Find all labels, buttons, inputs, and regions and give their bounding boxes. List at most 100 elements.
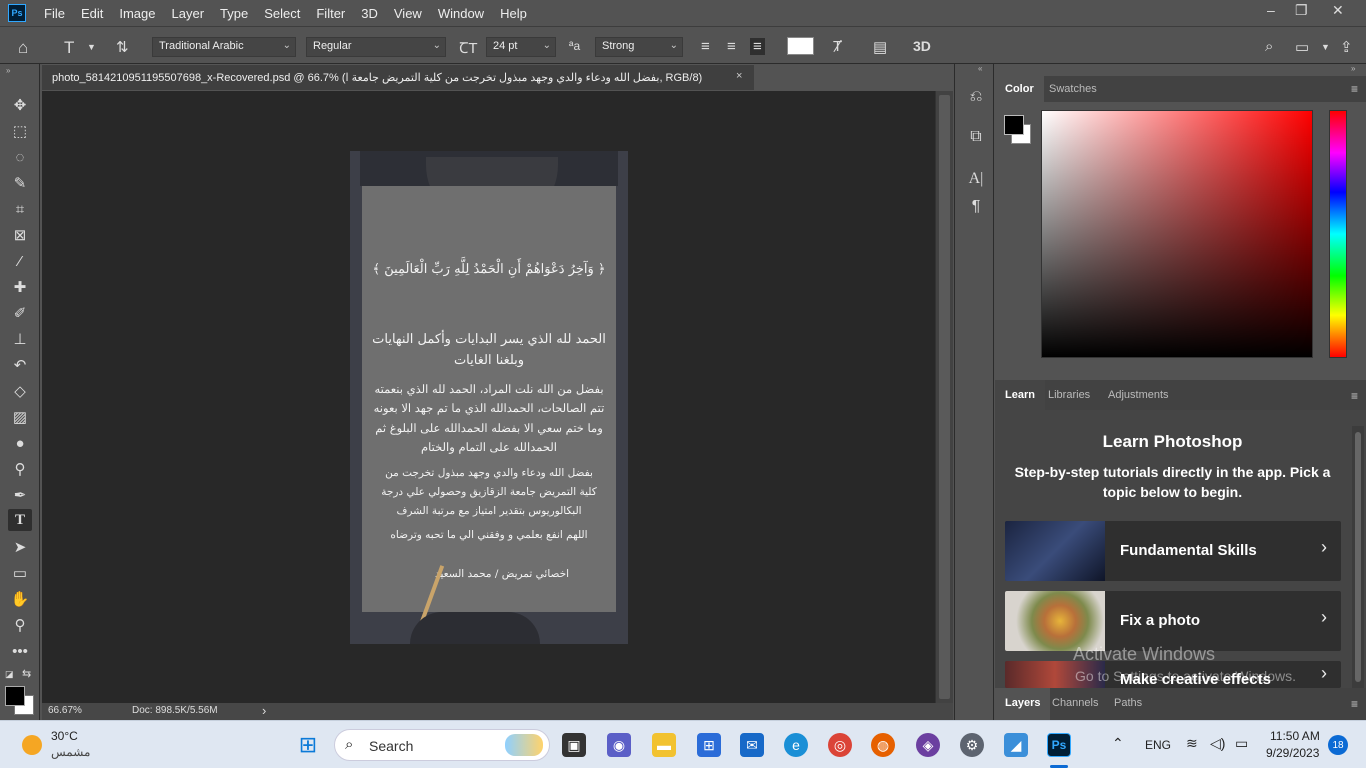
move-tool-icon[interactable]: ✥ bbox=[8, 94, 32, 116]
wifi-icon[interactable]: ≋ bbox=[1186, 735, 1198, 752]
weather-sun-icon[interactable] bbox=[22, 735, 42, 755]
collapse-toolbar-icon[interactable]: » bbox=[6, 66, 10, 75]
tutorial-card-fundamental-skills[interactable]: Fundamental Skills › bbox=[1005, 521, 1341, 581]
panel-menu-icon[interactable]: ≡ bbox=[1351, 82, 1358, 96]
default-colors-icon[interactable]: ◪ bbox=[5, 669, 14, 680]
3d-button[interactable]: 3D bbox=[913, 38, 931, 54]
restore-button[interactable]: ❐ bbox=[1295, 2, 1308, 19]
gradient-tool-icon[interactable]: ▨ bbox=[8, 406, 32, 428]
document-tab[interactable]: photo_5814210951195507698_x-Recovered.ps… bbox=[42, 64, 754, 90]
tab-swatches[interactable]: Swatches bbox=[1039, 76, 1107, 102]
menu-type[interactable]: Type bbox=[212, 6, 256, 21]
menu-layer[interactable]: Layer bbox=[164, 6, 213, 21]
panel-menu-icon[interactable]: ≡ bbox=[1351, 389, 1358, 403]
tab-adjustments[interactable]: Adjustments bbox=[1098, 380, 1179, 406]
chevron-up-icon[interactable]: ⌃ bbox=[1112, 735, 1124, 752]
hand-tool-icon[interactable]: ✋ bbox=[8, 588, 32, 610]
menu-select[interactable]: Select bbox=[256, 6, 308, 21]
frame-tool-icon[interactable]: ⊠ bbox=[8, 224, 32, 246]
path-selection-tool-icon[interactable]: ➤ bbox=[8, 536, 32, 558]
search-icon[interactable]: ⌕ bbox=[1265, 38, 1273, 55]
history-brush-tool-icon[interactable]: ↶ bbox=[8, 354, 32, 376]
workspace-icon[interactable]: ▭ bbox=[1295, 38, 1309, 56]
character-panel-icon[interactable]: ▤ bbox=[873, 38, 887, 56]
home-icon[interactable]: ⌂ bbox=[18, 38, 28, 58]
file-explorer-icon[interactable]: ▬ bbox=[652, 733, 676, 757]
windows-start-icon[interactable]: ⊞ bbox=[296, 732, 320, 757]
expand-dock-icon[interactable]: « bbox=[978, 64, 982, 73]
text-color-swatch[interactable] bbox=[787, 37, 814, 55]
vertical-scrollbar[interactable] bbox=[935, 91, 953, 703]
weather-temperature[interactable]: 30°C bbox=[51, 729, 78, 743]
clock-time[interactable]: 11:50 AM bbox=[1270, 729, 1320, 743]
dodge-tool-icon[interactable]: ⚲ bbox=[8, 458, 32, 480]
mail-icon[interactable]: ✉ bbox=[740, 733, 764, 757]
text-orientation-icon[interactable]: ⇅ bbox=[116, 38, 129, 56]
menu-edit[interactable]: Edit bbox=[73, 6, 111, 21]
chevron-down-icon[interactable]: ▼ bbox=[87, 42, 96, 52]
menu-window[interactable]: Window bbox=[430, 6, 492, 21]
lasso-tool-icon[interactable]: ◌ bbox=[8, 146, 32, 168]
taskbar-search-box[interactable]: ⌕ Search bbox=[334, 729, 550, 761]
align-center-icon[interactable]: ≡ bbox=[727, 38, 736, 55]
firefox-browser-icon[interactable]: ◍ bbox=[871, 733, 895, 757]
clone-stamp-tool-icon[interactable]: ⊥ bbox=[8, 328, 32, 350]
teams-chat-icon[interactable]: ◉ bbox=[607, 733, 631, 757]
scrollbar-thumb[interactable] bbox=[1355, 432, 1361, 682]
notification-badge[interactable]: 18 bbox=[1328, 735, 1348, 755]
foreground-color-swatch[interactable] bbox=[5, 686, 25, 706]
pen-tool-icon[interactable]: ✒ bbox=[8, 484, 32, 506]
marquee-tool-icon[interactable]: ⬚ bbox=[8, 120, 32, 142]
text-card[interactable]: ﴿ وَآخِرُ دَعْوَاهُمْ أَنِ الْحَمْدُ لِل… bbox=[362, 186, 616, 623]
close-document-icon[interactable]: × bbox=[736, 70, 742, 82]
hue-slider[interactable] bbox=[1329, 110, 1347, 358]
menu-view[interactable]: View bbox=[386, 6, 430, 21]
more-tools-icon[interactable]: ••• bbox=[8, 640, 32, 662]
panel-menu-icon[interactable]: ≡ bbox=[1351, 697, 1358, 711]
volume-icon[interactable]: ◁) bbox=[1210, 735, 1225, 752]
minimize-button[interactable]: – bbox=[1267, 2, 1275, 18]
chrome-browser-icon[interactable]: ◎ bbox=[828, 733, 852, 757]
menu-help[interactable]: Help bbox=[492, 6, 535, 21]
menu-file[interactable]: File bbox=[36, 6, 73, 21]
clock-date[interactable]: 9/29/2023 bbox=[1266, 746, 1319, 760]
align-left-icon[interactable]: ≡ bbox=[701, 38, 710, 55]
photoshop-taskbar-icon[interactable]: Ps bbox=[1047, 733, 1071, 757]
close-window-button[interactable]: ✕ bbox=[1332, 2, 1344, 19]
swap-colors-icon[interactable]: ⇆ bbox=[22, 667, 31, 680]
zoom-level[interactable]: 66.67% bbox=[48, 705, 82, 716]
brush-tool-icon[interactable]: ✐ bbox=[8, 302, 32, 324]
microsoft-store-icon[interactable]: ⊞ bbox=[697, 733, 721, 757]
color-picker-field[interactable] bbox=[1041, 110, 1313, 358]
blur-tool-icon[interactable]: ● bbox=[8, 432, 32, 454]
vpn-app-icon[interactable]: ◈ bbox=[916, 733, 940, 757]
chevron-down-icon[interactable]: ▼ bbox=[1321, 42, 1330, 52]
battery-icon[interactable]: ▭ bbox=[1235, 735, 1248, 752]
tab-paths[interactable]: Paths bbox=[1104, 688, 1152, 714]
tab-channels[interactable]: Channels bbox=[1042, 688, 1108, 714]
3d-panel-icon[interactable]: ⧉ bbox=[965, 126, 987, 148]
tab-libraries[interactable]: Libraries bbox=[1038, 380, 1100, 406]
healing-brush-tool-icon[interactable]: ✚ bbox=[8, 276, 32, 298]
language-indicator[interactable]: ENG bbox=[1145, 738, 1171, 752]
quick-selection-tool-icon[interactable]: ✎ bbox=[8, 172, 32, 194]
paragraph-panel-icon[interactable]: ¶ bbox=[965, 196, 987, 218]
menu-3d[interactable]: 3D bbox=[353, 6, 386, 21]
type-tool-icon[interactable]: T bbox=[8, 509, 32, 531]
eraser-tool-icon[interactable]: ◇ bbox=[8, 380, 32, 402]
crop-tool-icon[interactable]: ⌗ bbox=[8, 198, 32, 220]
settings-gear-icon[interactable]: ⚙ bbox=[960, 733, 984, 757]
align-right-icon[interactable]: ≡ bbox=[750, 38, 765, 55]
share-icon[interactable]: ⇪ bbox=[1340, 38, 1353, 56]
history-panel-icon[interactable]: ⎌ bbox=[965, 86, 987, 108]
font-size-select[interactable]: 24 pt ⌄ bbox=[486, 37, 556, 57]
foreground-color-chip[interactable] bbox=[1004, 115, 1024, 135]
antialias-select[interactable]: Strong ⌄ bbox=[595, 37, 683, 57]
character-panel-icon[interactable]: A| bbox=[965, 168, 987, 190]
task-view-icon[interactable]: ▣ bbox=[562, 733, 586, 757]
learn-scrollbar[interactable] bbox=[1352, 426, 1364, 688]
menu-image[interactable]: Image bbox=[111, 6, 163, 21]
collapse-panels-icon[interactable]: » bbox=[1351, 64, 1355, 73]
photos-app-icon[interactable]: ◢ bbox=[1004, 733, 1028, 757]
type-tool-preset-icon[interactable]: T bbox=[64, 38, 74, 58]
